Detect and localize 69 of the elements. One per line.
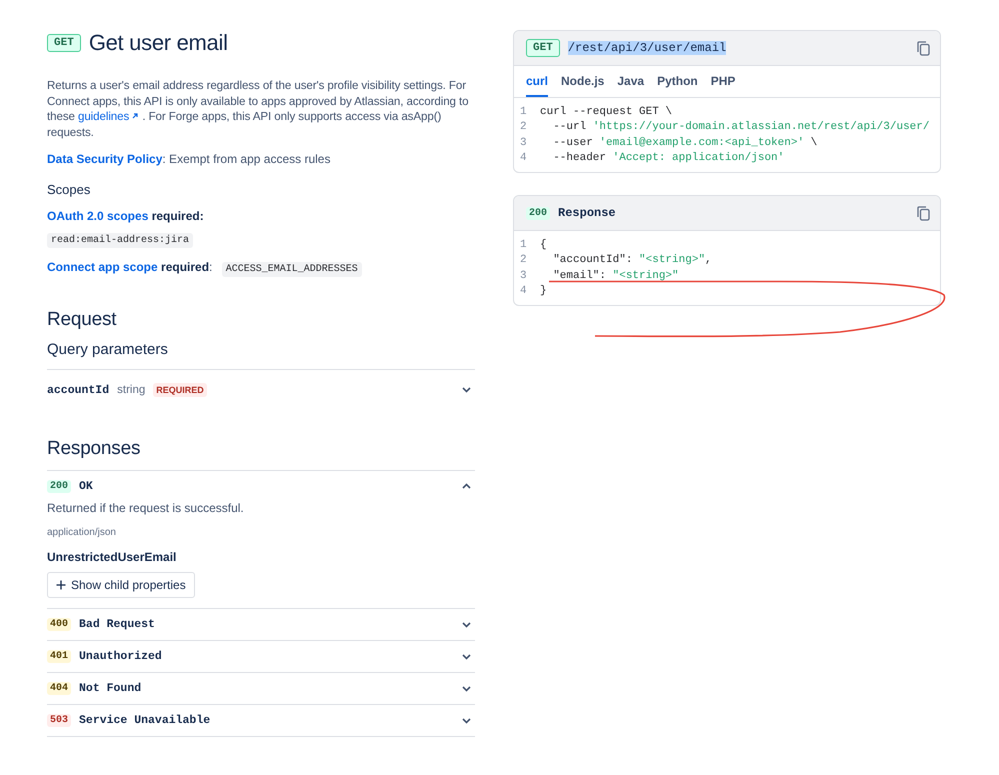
status-code-tag: 503	[47, 714, 72, 727]
query-parameters-heading: Query parameters	[47, 341, 169, 358]
external-link-icon	[131, 112, 140, 120]
chevron-up-icon[interactable]	[462, 483, 471, 489]
show-child-properties-button[interactable]: Show child properties	[47, 572, 195, 598]
required-label: required:	[150, 209, 204, 223]
code-line: curl --request GET \	[540, 106, 672, 118]
chevron-down-icon[interactable]	[462, 686, 471, 692]
response-label: Service Unavailable	[79, 714, 210, 727]
copy-button[interactable]	[917, 40, 930, 56]
status-code-tag: 200	[526, 206, 550, 220]
oauth-scopes-link[interactable]: OAuth 2.0 scopes	[47, 209, 148, 223]
panel-title: Response	[558, 206, 616, 220]
required-tag: REQUIRED	[153, 383, 207, 397]
response-label: Bad Request	[79, 618, 155, 631]
responses-heading: Responses	[47, 438, 142, 460]
response-label: OK	[79, 480, 93, 492]
response-description: Returned if the request is successful.	[47, 501, 244, 515]
line-number: 3	[520, 136, 528, 149]
chevron-down-icon[interactable]	[462, 654, 471, 660]
status-code-tag: 400	[47, 618, 72, 631]
copy-button[interactable]	[917, 206, 930, 220]
parameter-type: string	[117, 384, 146, 396]
line-number: 3	[520, 270, 528, 282]
status-code-tag: 404	[47, 682, 72, 695]
required-label: required	[160, 260, 210, 274]
code-line: "email": "<string>"	[552, 270, 679, 282]
code-line: --user 'email@example.com:<api_token>' \	[552, 136, 818, 149]
parameter-name: accountId	[47, 384, 110, 396]
language-tab[interactable]: Python	[657, 66, 698, 97]
line-number: 1	[520, 106, 528, 118]
chevron-down-icon[interactable]	[462, 718, 471, 724]
media-type: application/json	[47, 527, 116, 538]
schema-name: UnrestrictedUserEmail	[47, 550, 176, 564]
language-tab[interactable]: curl	[526, 66, 548, 97]
line-number: 2	[520, 121, 528, 134]
code-line: --url 'https://your-domain.atlassian.net/rest/api/3/user/	[552, 121, 930, 134]
scopes-heading: Scopes	[47, 182, 92, 197]
data-security-link[interactable]: Data Security Policy	[47, 152, 162, 166]
data-security-text: : Exempt from app access rules	[162, 152, 330, 166]
response-label: Unauthorized	[79, 650, 162, 663]
colon-text: :	[209, 260, 212, 274]
connect-scope-link[interactable]: Connect app scope	[47, 260, 158, 274]
plus-icon	[56, 580, 66, 590]
description-paragraph: Returns a user's email address regardless of the user's profile visibility settings. For Connect apps, this API is only available to apps approved by Atlassian, according to these guidelines . For Forge apps, this API only supports access via asApp() requests.	[47, 78, 470, 140]
request-heading: Request	[47, 309, 118, 331]
code-line: "accountId": "<string>",	[552, 254, 712, 266]
endpoint-path: /rest/api/3/user/email	[568, 41, 726, 55]
line-number: 2	[520, 254, 528, 266]
line-number: 4	[520, 152, 528, 164]
code-line: }	[540, 285, 547, 298]
scope-code: ACCESS_EMAIL_ADDRESSES	[222, 262, 362, 277]
method-badge: GET	[47, 34, 81, 52]
status-code-tag: 401	[47, 650, 72, 663]
status-code-tag: 200	[47, 480, 72, 492]
chevron-down-icon[interactable]	[462, 622, 471, 628]
method-badge: GET	[526, 39, 560, 57]
response-label: Not Found	[79, 682, 142, 695]
page-title: Get user email	[88, 30, 228, 56]
line-number: 4	[520, 285, 528, 298]
code-line: --header 'Accept: application/json'	[552, 152, 784, 164]
guidelines-link[interactable]: guidelines	[78, 110, 140, 123]
code-line: {	[540, 238, 547, 251]
language-tab[interactable]: PHP	[710, 66, 736, 97]
language-tab[interactable]: Java	[617, 66, 644, 97]
scope-code: read:email-address:jira	[47, 233, 194, 248]
line-number: 1	[520, 238, 528, 251]
language-tab[interactable]: Node.js	[561, 66, 604, 97]
chevron-down-icon[interactable]	[462, 387, 471, 393]
